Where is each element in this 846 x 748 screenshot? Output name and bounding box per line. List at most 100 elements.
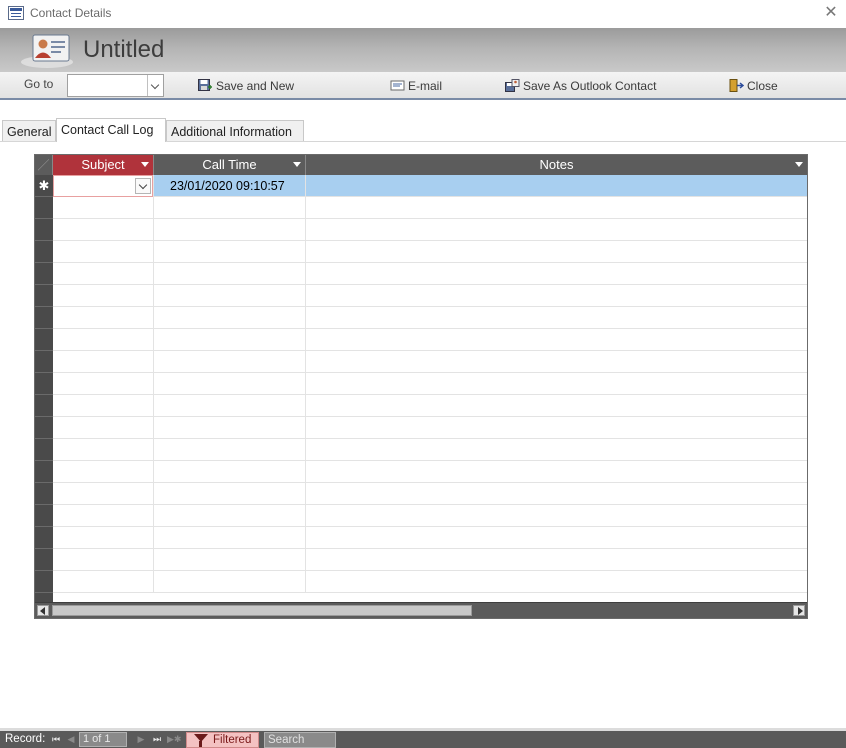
table-cell[interactable] (154, 505, 306, 527)
table-cell[interactable] (306, 307, 807, 329)
table-cell[interactable] (154, 219, 306, 241)
table-cell[interactable] (154, 329, 306, 351)
table-cell[interactable] (53, 219, 154, 241)
record-selector[interactable] (35, 527, 53, 549)
table-row[interactable] (53, 483, 807, 505)
table-row[interactable] (53, 461, 807, 483)
call-log-datasheet[interactable]: Subject Call Time Notes ✱ 23/01/2020 09:… (34, 154, 808, 619)
table-cell[interactable] (306, 329, 807, 351)
table-cell[interactable] (53, 505, 154, 527)
close-button[interactable]: Close (729, 75, 778, 97)
table-cell[interactable] (154, 483, 306, 505)
table-cell[interactable] (154, 373, 306, 395)
table-row[interactable] (53, 197, 807, 219)
record-selector[interactable] (35, 549, 53, 571)
table-cell[interactable] (154, 285, 306, 307)
table-cell[interactable] (306, 483, 807, 505)
search-input[interactable]: Search (264, 732, 336, 748)
save-and-new-button[interactable]: Save and New (198, 75, 294, 97)
select-all-corner[interactable] (35, 155, 53, 175)
table-cell[interactable] (154, 395, 306, 417)
table-cell[interactable] (306, 505, 807, 527)
column-header-subject[interactable]: Subject (53, 155, 154, 175)
table-cell[interactable] (53, 263, 154, 285)
tab-general[interactable]: General (2, 120, 56, 142)
table-cell[interactable] (154, 571, 306, 593)
table-cell[interactable] (306, 197, 807, 219)
table-cell[interactable] (306, 549, 807, 571)
table-cell[interactable] (154, 527, 306, 549)
table-row[interactable] (53, 241, 807, 263)
record-selector[interactable] (35, 241, 53, 263)
scroll-right-icon[interactable] (793, 605, 805, 616)
horizontal-scrollbar[interactable] (35, 602, 807, 618)
new-record-nav-icon[interactable]: ▶✱ (167, 733, 181, 746)
table-cell[interactable] (53, 285, 154, 307)
record-selector[interactable] (35, 285, 53, 307)
record-selector[interactable] (35, 439, 53, 461)
table-row[interactable] (53, 373, 807, 395)
record-selector[interactable] (35, 263, 53, 285)
previous-record-icon[interactable]: ◀ (65, 733, 77, 746)
record-selector[interactable] (35, 417, 53, 439)
table-cell[interactable] (306, 373, 807, 395)
table-row[interactable] (53, 505, 807, 527)
scrollbar-thumb[interactable] (52, 605, 472, 616)
record-selector[interactable] (35, 351, 53, 373)
table-cell[interactable] (53, 439, 154, 461)
table-cell[interactable] (154, 307, 306, 329)
table-cell[interactable] (306, 285, 807, 307)
filter-dropdown-icon[interactable] (795, 162, 803, 167)
record-selector[interactable] (35, 329, 53, 351)
chevron-down-icon[interactable] (135, 178, 151, 194)
filter-dropdown-icon[interactable] (141, 162, 149, 167)
table-row[interactable] (53, 571, 807, 593)
table-cell[interactable] (306, 395, 807, 417)
record-selector[interactable] (35, 505, 53, 527)
table-cell[interactable] (306, 417, 807, 439)
subject-cell[interactable] (53, 175, 154, 197)
record-selector[interactable] (35, 373, 53, 395)
table-row-new-record[interactable]: 23/01/2020 09:10:57 (53, 175, 807, 197)
table-row[interactable] (53, 439, 807, 461)
table-cell[interactable] (154, 417, 306, 439)
table-row[interactable] (53, 219, 807, 241)
record-selector[interactable] (35, 395, 53, 417)
table-row[interactable] (53, 527, 807, 549)
table-cell[interactable] (306, 461, 807, 483)
table-cell[interactable] (53, 329, 154, 351)
table-cell[interactable] (53, 527, 154, 549)
table-cell[interactable] (306, 263, 807, 285)
record-selector[interactable] (35, 483, 53, 505)
table-cell[interactable] (306, 219, 807, 241)
table-cell[interactable] (306, 439, 807, 461)
table-cell[interactable] (53, 351, 154, 373)
table-cell[interactable] (306, 241, 807, 263)
table-cell[interactable] (154, 351, 306, 373)
record-selector[interactable] (35, 197, 53, 219)
call-time-cell[interactable]: 23/01/2020 09:10:57 (154, 175, 306, 197)
record-selector[interactable] (35, 307, 53, 329)
table-cell[interactable] (306, 571, 807, 593)
table-row[interactable] (53, 395, 807, 417)
table-cell[interactable] (53, 395, 154, 417)
save-as-outlook-contact-button[interactable]: Save As Outlook Contact (505, 75, 656, 97)
record-selector-column[interactable]: ✱ (35, 175, 53, 602)
table-cell[interactable] (53, 549, 154, 571)
record-selector[interactable] (35, 571, 53, 593)
first-record-icon[interactable]: ⏮ (50, 733, 62, 746)
record-selector[interactable] (35, 461, 53, 483)
table-cell[interactable] (53, 307, 154, 329)
notes-cell[interactable] (306, 175, 807, 197)
table-row[interactable] (53, 351, 807, 373)
record-selector[interactable] (35, 175, 53, 197)
record-selector[interactable] (35, 219, 53, 241)
table-row[interactable] (53, 329, 807, 351)
table-row[interactable] (53, 417, 807, 439)
column-header-notes[interactable]: Notes (306, 155, 807, 175)
table-cell[interactable] (53, 417, 154, 439)
column-header-call-time[interactable]: Call Time (154, 155, 306, 175)
table-cell[interactable] (154, 439, 306, 461)
table-cell[interactable] (154, 461, 306, 483)
chevron-down-icon[interactable] (147, 75, 163, 96)
